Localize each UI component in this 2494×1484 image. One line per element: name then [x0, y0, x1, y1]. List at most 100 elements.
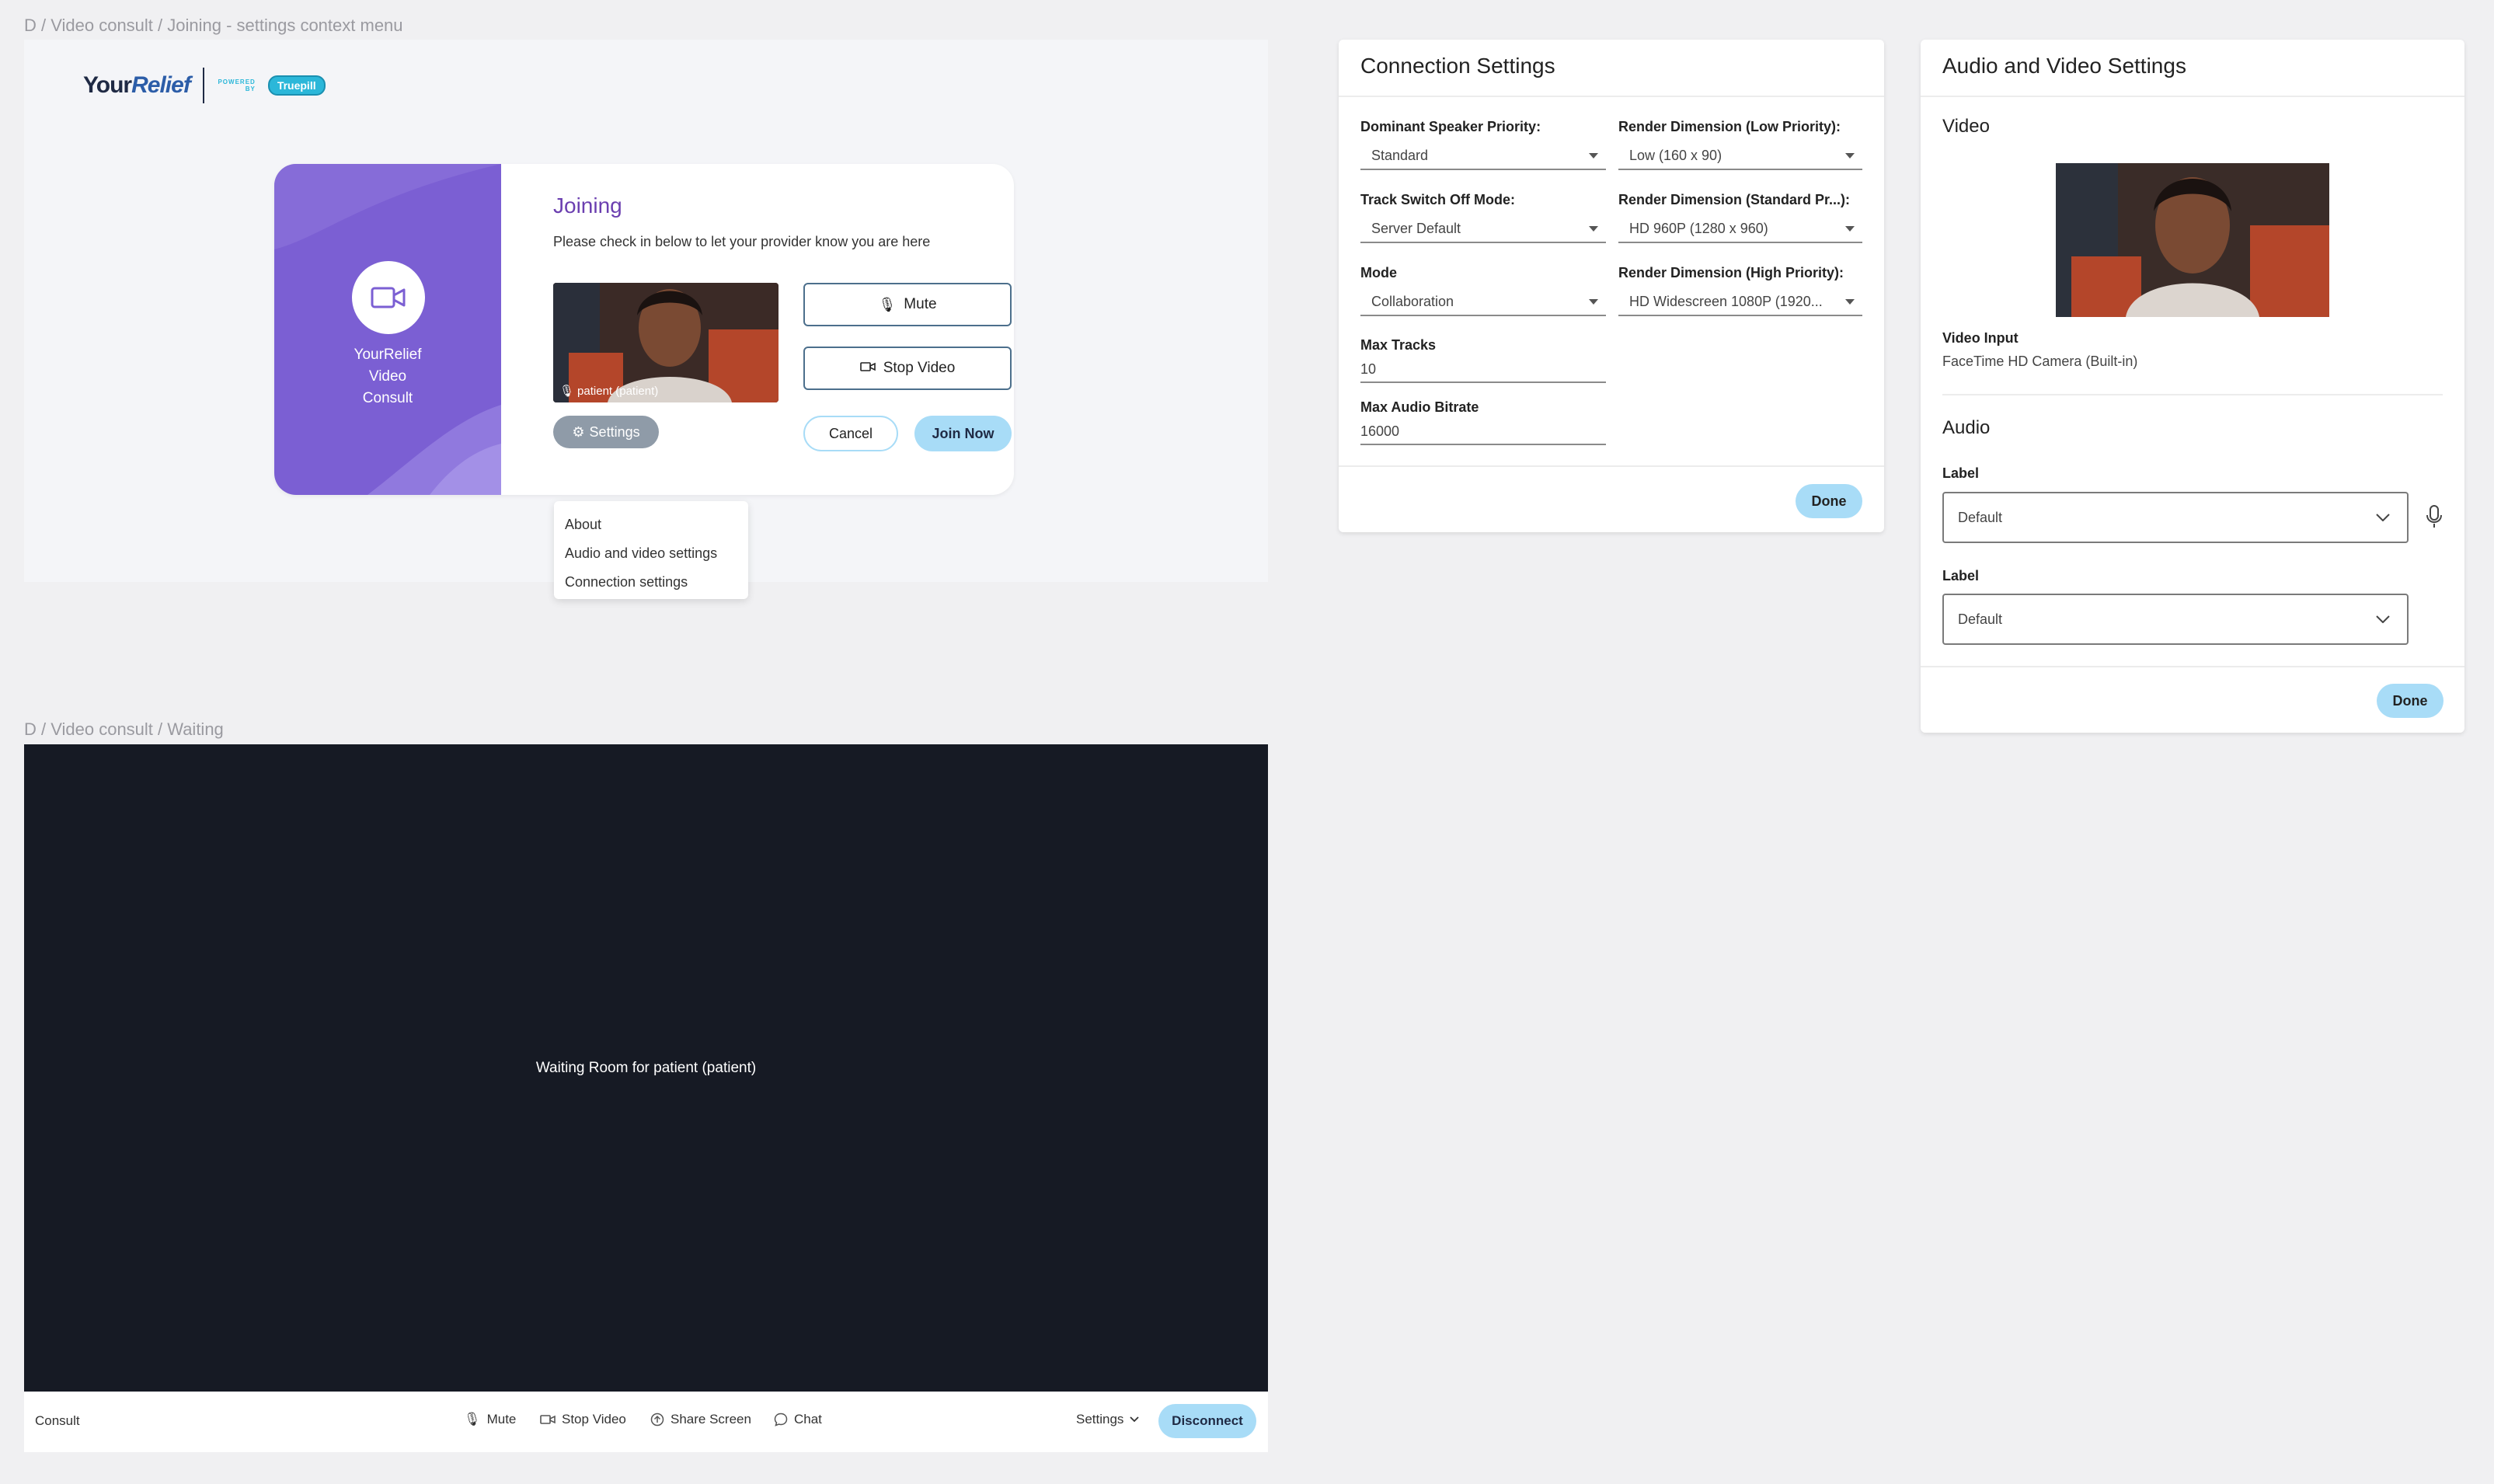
video-input-label: Video Input — [1942, 330, 2019, 346]
mode-select[interactable]: Collaboration — [1360, 288, 1606, 316]
waiting-message: Waiting Room for patient (patient) — [535, 1060, 757, 1076]
participant-name: patient (patient) — [577, 384, 659, 398]
panel-title: Connection Settings — [1360, 54, 1555, 78]
caret-down-icon — [1845, 298, 1855, 305]
share-screen-label: Share Screen — [671, 1412, 751, 1427]
menu-item-connection-settings[interactable]: Connection settings — [554, 568, 748, 597]
microphone-icon — [2426, 504, 2443, 533]
render-standard-select[interactable]: HD 960P (1280 x 960) — [1618, 215, 1862, 243]
settings-label: Settings — [1076, 1412, 1124, 1427]
caret-down-icon — [1589, 225, 1598, 232]
microphone-icon: 🎙 — [878, 296, 897, 312]
caret-down-icon — [1589, 298, 1598, 305]
waiting-screen: Waiting Room for patient (patient) Consu… — [24, 744, 1268, 1452]
settings-button[interactable]: ⚙ Settings — [553, 416, 659, 448]
mode-label: Mode — [1360, 265, 1397, 280]
caret-down-icon — [1589, 152, 1598, 159]
dominant-speaker-label: Dominant Speaker Priority: — [1360, 119, 1541, 134]
caret-down-icon — [1845, 152, 1855, 159]
partner-logo: Truepill — [267, 75, 326, 96]
settings-label: Settings — [589, 423, 640, 440]
audio-output-select[interactable]: Default — [1942, 594, 2409, 645]
cancel-button[interactable]: Cancel — [803, 416, 898, 451]
camera-preview: 🎙 patient (patient) — [553, 283, 779, 402]
logo-divider — [202, 68, 204, 103]
select-value: HD Widescreen 1080P (1920... — [1629, 293, 1823, 309]
track-switch-select[interactable]: Server Default — [1360, 215, 1606, 243]
frame-label-joining: D / Video consult / Joining - settings c… — [24, 16, 403, 35]
panel-title: Audio and Video Settings — [1942, 54, 2186, 78]
chat-label: Chat — [794, 1412, 822, 1427]
chat-button[interactable]: Chat — [774, 1412, 822, 1427]
render-low-label: Render Dimension (Low Priority): — [1618, 119, 1841, 134]
toolbar-settings-button[interactable]: Settings — [1076, 1412, 1140, 1427]
max-tracks-label: Max Tracks — [1360, 337, 1437, 353]
caret-down-icon — [1845, 225, 1855, 232]
render-high-label: Render Dimension (High Priority): — [1618, 265, 1844, 280]
logo: YourRelief POWERED BY Truepill — [83, 68, 326, 103]
select-value: Standard — [1371, 147, 1429, 163]
disconnect-button[interactable]: Disconnect — [1158, 1404, 1256, 1438]
panel-divider — [1921, 96, 2464, 97]
mute-label: Mute — [904, 296, 937, 312]
frame-label-waiting: D / Video consult / Waiting — [24, 719, 224, 739]
chevron-down-icon — [2376, 514, 2390, 521]
video-area: Waiting Room for patient (patient) — [24, 744, 1268, 1392]
select-value: Default — [1958, 509, 2003, 525]
render-standard-label: Render Dimension (Standard Pr...): — [1618, 192, 1851, 207]
participant-tag: 🎙 patient (patient) — [559, 384, 659, 399]
panel-divider — [1339, 96, 1884, 97]
share-screen-button[interactable]: Share Screen — [650, 1412, 751, 1427]
brand-panel: YourRelief Video Consult — [274, 164, 501, 495]
join-card: YourRelief Video Consult Joining Please … — [274, 164, 1014, 495]
select-value: Collaboration — [1371, 293, 1454, 309]
join-now-button[interactable]: Join Now — [914, 416, 1012, 451]
video-camera-icon — [352, 261, 425, 334]
powered-by-label: POWERED BY — [218, 78, 256, 92]
audio-input-select[interactable]: Default — [1942, 492, 2409, 543]
joining-screen: YourRelief POWERED BY Truepill YourRelie… — [24, 40, 1268, 599]
audio-heading: Audio — [1942, 417, 1991, 438]
gear-icon: ⚙ — [572, 423, 585, 440]
max-audio-bitrate-label: Max Audio Bitrate — [1360, 399, 1479, 415]
done-button[interactable]: Done — [1796, 484, 1862, 518]
max-tracks-input[interactable]: 10 — [1360, 358, 1606, 383]
stop-video-button[interactable]: Stop Video — [803, 347, 1012, 390]
video-preview-image — [2056, 163, 2329, 317]
toolbar-stop-video-button[interactable]: Stop Video — [540, 1412, 626, 1427]
stop-video-label: Stop Video — [883, 360, 956, 376]
audio-output-label: Label — [1942, 568, 1980, 583]
chat-icon — [774, 1413, 788, 1427]
mute-button[interactable]: 🎙 Mute — [803, 283, 1012, 326]
consult-label: Consult — [35, 1413, 80, 1428]
toolbar-mute-button[interactable]: 🎙 Mute — [464, 1412, 516, 1427]
audio-input-label: Label — [1942, 465, 1980, 481]
settings-context-menu: About Audio and video settings Connectio… — [554, 501, 748, 599]
logo-wordmark: YourRelief — [83, 72, 191, 98]
render-low-select[interactable]: Low (160 x 90) — [1618, 142, 1862, 170]
stop-video-label: Stop Video — [562, 1412, 626, 1427]
dominant-speaker-select[interactable]: Standard — [1360, 142, 1606, 170]
video-heading: Video — [1942, 116, 1990, 137]
brand-panel-title: YourRelief Video Consult — [354, 347, 422, 406]
page-subtitle: Please check in below to let your provid… — [553, 234, 931, 249]
video-preview — [2056, 163, 2329, 317]
share-screen-icon — [650, 1413, 664, 1427]
menu-item-audio-video-settings[interactable]: Audio and video settings — [554, 539, 748, 568]
menu-item-about[interactable]: About — [554, 510, 748, 539]
select-value: Low (160 x 90) — [1629, 147, 1722, 163]
panel-divider — [1921, 666, 2464, 667]
mute-label: Mute — [486, 1412, 517, 1427]
max-audio-bitrate-input[interactable]: 16000 — [1360, 420, 1606, 445]
microphone-icon: 🎙 — [464, 1412, 481, 1427]
done-button[interactable]: Done — [2377, 684, 2443, 718]
video-camera-icon — [859, 360, 876, 377]
call-toolbar: Consult 🎙 Mute Stop Video Share Screen Ch… — [24, 1392, 1268, 1452]
section-divider — [1942, 394, 2443, 395]
render-high-select[interactable]: HD Widescreen 1080P (1920... — [1618, 288, 1862, 316]
chevron-down-icon — [1130, 1416, 1140, 1423]
panel-divider — [1339, 465, 1884, 467]
page-title: Joining — [553, 193, 622, 218]
audio-video-settings-panel: Audio and Video Settings Video Video Inp… — [1921, 40, 2464, 733]
chevron-down-icon — [2376, 615, 2390, 623]
